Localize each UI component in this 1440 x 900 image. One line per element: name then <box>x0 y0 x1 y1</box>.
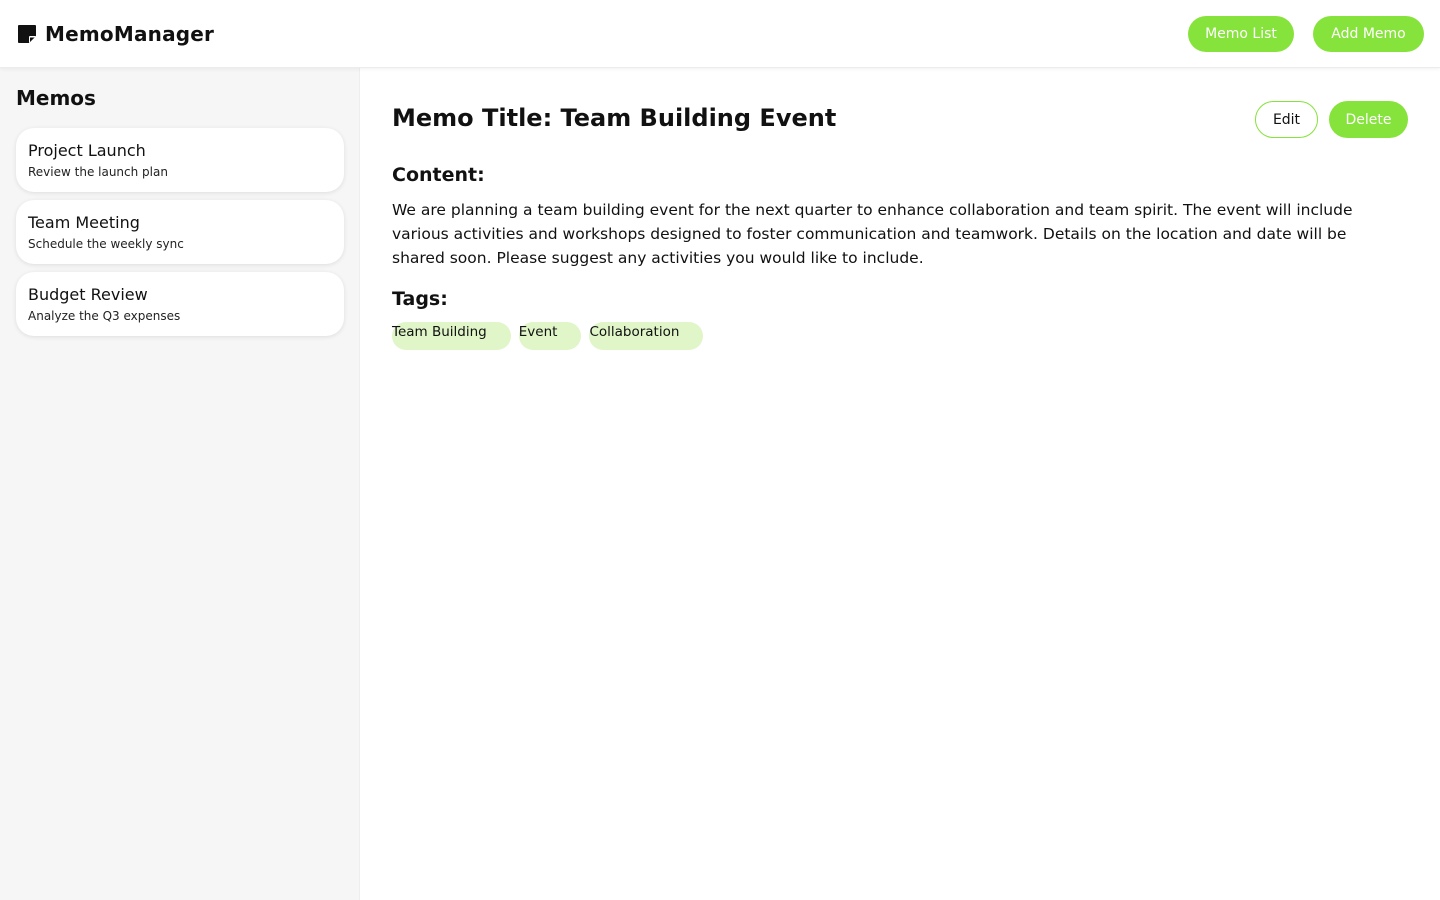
tag-list: Team Building Event Collaboration <box>392 322 704 350</box>
memo-card-project-launch[interactable]: Project Launch Review the launch plan <box>16 128 344 192</box>
memo-card-title: Team Meeting <box>28 213 140 232</box>
memo-card-budget-review[interactable]: Budget Review Analyze the Q3 expenses <box>16 272 344 336</box>
app-name: MemoManager <box>45 22 215 46</box>
memo-card-team-meeting[interactable]: Team Meeting Schedule the weekly sync <box>16 200 344 264</box>
memo-detail: Memo Title: Team Building Event Edit Del… <box>360 68 1440 900</box>
memo-card-title: Project Launch <box>28 141 146 160</box>
edit-button[interactable]: Edit <box>1255 101 1318 138</box>
sticky-note-icon <box>17 24 37 44</box>
brand[interactable]: MemoManager <box>17 22 214 46</box>
sidebar-title: Memos <box>16 86 96 110</box>
add-memo-button[interactable]: Add Memo <box>1313 16 1424 52</box>
tag-chip[interactable]: Team Building <box>392 322 511 350</box>
delete-button[interactable]: Delete <box>1329 101 1408 138</box>
tag-chip[interactable]: Event <box>518 322 582 350</box>
memo-list-button[interactable]: Memo List <box>1188 16 1294 52</box>
content-label: Content: <box>392 164 485 186</box>
memo-card-title: Budget Review <box>28 285 148 304</box>
sidebar: Memos Project Launch Review the launch p… <box>0 68 360 900</box>
tag-chip[interactable]: Collaboration <box>589 322 704 350</box>
memo-card-subtitle: Schedule the weekly sync <box>28 237 184 251</box>
memo-card-subtitle: Review the launch plan <box>28 165 168 179</box>
memo-content: We are planning a team building event fo… <box>392 201 1353 267</box>
tags-label: Tags: <box>392 288 448 310</box>
memo-title: Memo Title: Team Building Event <box>392 104 837 132</box>
top-bar: MemoManager Memo List Add Memo <box>0 0 1440 68</box>
memo-card-subtitle: Analyze the Q3 expenses <box>28 309 181 323</box>
